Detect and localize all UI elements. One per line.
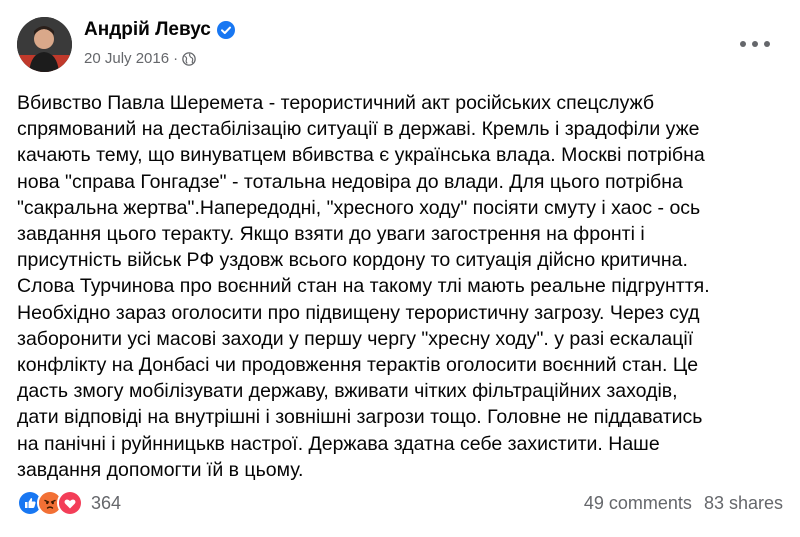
post-meta: 20 July 2016 ·: [84, 50, 196, 67]
author-row: Андрій Левус: [84, 19, 235, 41]
comments-count-link[interactable]: 49 comments: [584, 493, 692, 514]
globe-icon: [182, 51, 196, 66]
author-name[interactable]: Андрій Левус: [84, 19, 211, 41]
dot-icon: [752, 41, 758, 47]
verified-badge-icon: [216, 21, 235, 39]
post-date[interactable]: 20 July 2016: [84, 50, 169, 67]
dot-icon: [764, 41, 770, 47]
post-footer: 364 49 comments 83 shares: [17, 488, 783, 518]
more-options-button[interactable]: [740, 36, 770, 52]
post-card: Андрій Левус 20 July 2016 · Вбивство Пав…: [0, 0, 800, 537]
dot-icon: [740, 41, 746, 47]
avatar-image: [17, 17, 72, 72]
avatar[interactable]: [17, 17, 72, 72]
reaction-count: 364: [91, 492, 122, 513]
reactions-summary[interactable]: 364: [17, 490, 121, 516]
love-icon: [57, 490, 83, 516]
shares-count-link[interactable]: 83 shares: [704, 493, 783, 514]
meta-separator: ·: [173, 50, 179, 67]
engagement-stats: 49 comments 83 shares: [584, 493, 783, 514]
post-text: Вбивство Павла Шеремета - терористичний …: [17, 92, 710, 481]
